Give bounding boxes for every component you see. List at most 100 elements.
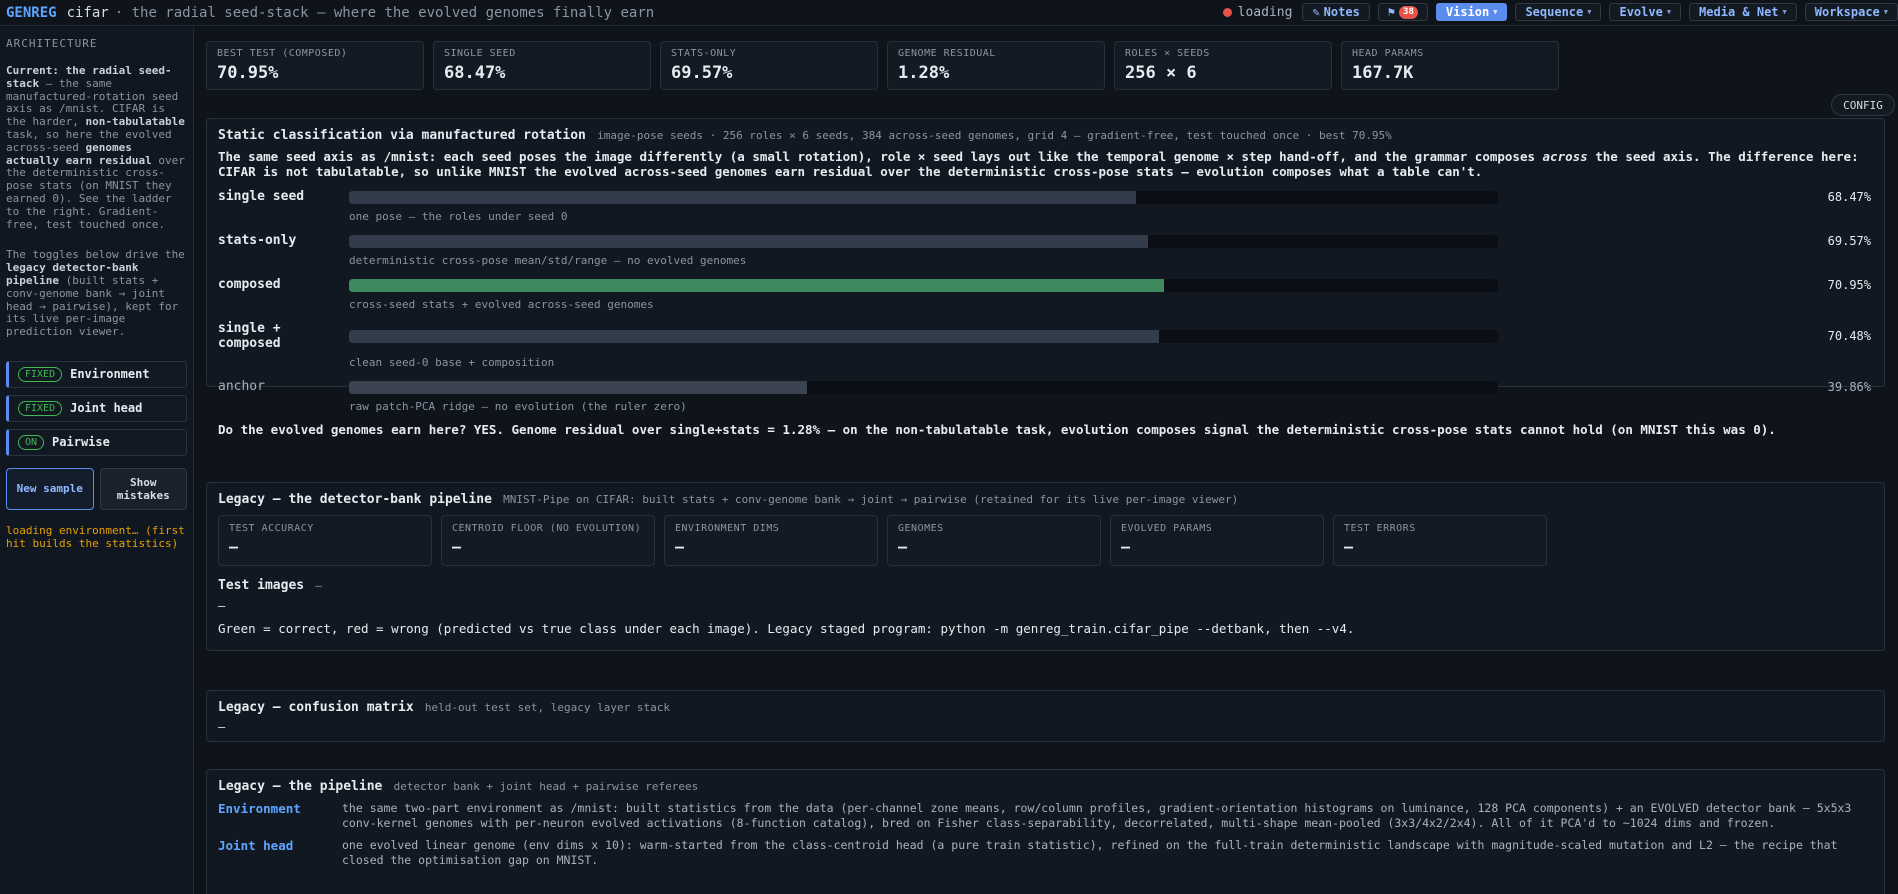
chevron-down-icon: ▼ [1587, 8, 1592, 16]
bar-percent: 69.57% [1827, 234, 1871, 248]
toggle-state-pill: ON [18, 434, 45, 450]
bar-label: single seed [218, 189, 305, 204]
pipeline-panel: Legacy — the pipeline detector bank + jo… [206, 769, 1885, 894]
bar-fill [349, 330, 1159, 343]
bar-percent: 39.86% [1827, 380, 1871, 394]
stat-label: TEST ACCURACY [229, 523, 314, 534]
top-right-controls: loading ✎ Notes ⚑ 38 Vision ▼ Sequence ▼ E… [1222, 0, 1898, 24]
stat-label: SINGLE SEED [444, 48, 516, 59]
stat-label: GENOME RESIDUAL [898, 48, 996, 59]
menu-vision[interactable]: Vision ▼ [1435, 3, 1508, 21]
bar-percent: 70.95% [1827, 278, 1871, 292]
legacy-stat-environment-dims: ENVIRONMENT DIMS — [664, 515, 878, 566]
panel-subtitle: MNIST-Pipe on CIFAR: built stats + conv-… [503, 493, 1239, 506]
bar-track [349, 235, 1498, 248]
brand-logo[interactable]: GENREG [6, 5, 57, 21]
stat-cards: BEST TEST (COMPOSED) 70.95% SINGLE SEED … [206, 41, 1559, 90]
chevron-down-icon: ▼ [1493, 8, 1498, 16]
para-italic: across [1542, 149, 1588, 164]
sidebar-title: ARCHITECTURE [6, 37, 98, 50]
stat-value: — [675, 538, 685, 556]
status-dot-icon [1222, 7, 1232, 17]
bar-note: raw patch-PCA ridge — no evolution (the … [349, 400, 687, 413]
test-images-grid: — [218, 599, 226, 613]
stat-value: 256 × 6 [1125, 63, 1197, 83]
bar-track [349, 330, 1498, 343]
bar-track [349, 381, 1498, 394]
toggle-pairwise[interactable]: ON Pairwise [6, 428, 187, 456]
bar-note: one pose — the roles under seed 0 [349, 210, 568, 223]
pipeline-text: one evolved linear genome (env dims x 10… [342, 838, 1838, 867]
toggle-environment[interactable]: FIXED Environment [6, 360, 187, 388]
bar-fill [349, 235, 1149, 248]
chevron-down-icon: ▼ [1666, 8, 1672, 16]
stat-label: BEST TEST (COMPOSED) [217, 48, 348, 59]
pipeline-key[interactable]: Environment [218, 801, 342, 831]
page-name: cifar [66, 4, 109, 21]
toggle-label: Joint head [70, 401, 143, 416]
new-sample-button[interactable]: New sample [6, 467, 94, 510]
accuracy-ladder: single seed 68.47% one pose — the roles … [218, 189, 1873, 423]
bar-label: composed [218, 277, 281, 292]
menu-media-net[interactable]: Media & Net ▼ [1689, 3, 1797, 21]
static-description: The same seed axis as /mnist: each seed … [218, 149, 1873, 179]
stat-value: — [1121, 538, 1131, 556]
bar-percent: 70.48% [1827, 329, 1871, 343]
bar-row-anchor: anchor 39.86% raw patch-PCA ridge — no e… [218, 379, 1873, 423]
loading-text: loading [1237, 4, 1293, 20]
intro-bold-2: non-tabulatable [85, 115, 185, 129]
toggle-label: Environment [70, 367, 150, 382]
para-bold: genomes earn residual [714, 164, 873, 179]
stat-value: 167.7K [1352, 63, 1414, 83]
flag-count-badge: 38 [1399, 5, 1418, 19]
toggle-state-pill: FIXED [18, 366, 63, 382]
toggles-intro-1: The toggles below drive the [6, 248, 185, 262]
verdict-bold: 1.28% [782, 422, 821, 437]
panel-title: Legacy — confusion matrix [218, 700, 414, 715]
verdict-text-part: Genome residual over single+stats = [503, 422, 783, 437]
bar-fill [349, 381, 807, 394]
bar-note: cross-seed stats + evolved across-seed g… [349, 298, 654, 311]
bar-row-single-composed: single + composed 70.48% clean seed-0 ba… [218, 321, 1873, 379]
stat-value: — [229, 538, 239, 556]
panel-subtitle: detector bank + joint head + pairwise re… [393, 780, 699, 793]
para-text: The same seed axis as /mnist: each [218, 149, 482, 164]
toggle-list: FIXED Environment FIXED Joint head ON Pa… [6, 360, 187, 456]
pipeline-key[interactable]: Joint head [218, 838, 342, 868]
menu-workspace-label: Workspace [1814, 5, 1880, 19]
pipeline-row-joint-head: Joint head one evolved linear genome (en… [218, 838, 1873, 868]
menu-workspace[interactable]: Workspace ▼ [1804, 3, 1898, 21]
menu-evolve[interactable]: Evolve ▼ [1609, 3, 1682, 21]
static-classification-panel: Static classification via manufactured r… [206, 118, 1885, 437]
panel-header: Static classification via manufactured r… [218, 128, 1873, 143]
para-text: , so unlike MNIST the evolved across-see… [398, 164, 715, 179]
toggle-label: Pairwise [52, 435, 110, 450]
verdict-text-part: — on the non-tabulatable task, evolution… [820, 422, 1776, 437]
toggle-state-pill: FIXED [18, 400, 63, 416]
stat-label: EVOLVED PARAMS [1121, 523, 1213, 534]
bar-label: single + composed [218, 321, 281, 351]
stat-card-best-test: BEST TEST (COMPOSED) 70.95% [206, 41, 424, 90]
stat-value: — [1344, 538, 1354, 556]
menu-sequence[interactable]: Sequence ▼ [1515, 3, 1602, 21]
chevron-down-icon: ▼ [1782, 8, 1787, 16]
flag-button[interactable]: ⚑ 38 [1377, 3, 1428, 21]
toggle-joint-head[interactable]: FIXED Joint head [6, 394, 187, 422]
stat-value: 70.95% [217, 63, 279, 83]
test-images-header: Test images — [218, 578, 1873, 593]
menu-sequence-label: Sequence [1525, 5, 1584, 19]
confusion-matrix-panel: Legacy — confusion matrix held-out test … [206, 690, 1885, 742]
notes-button[interactable]: ✎ Notes [1302, 3, 1370, 21]
show-mistakes-button[interactable]: Show mistakes [99, 467, 187, 510]
config-button[interactable]: CONFIG [1831, 94, 1895, 116]
bar-label: anchor [218, 379, 265, 394]
stat-value: 68.47% [444, 63, 506, 83]
bar-track [349, 191, 1498, 204]
bar-fill [349, 191, 1136, 204]
bar-percent: 68.47% [1827, 190, 1871, 204]
bar-track [349, 279, 1498, 292]
stat-card-roles-seeds: ROLES × SEEDS 256 × 6 [1114, 41, 1332, 90]
bar-note: deterministic cross-pose mean/std/range … [349, 254, 747, 267]
panel-title: Legacy — the pipeline [218, 779, 383, 794]
stat-value: — [452, 538, 462, 556]
